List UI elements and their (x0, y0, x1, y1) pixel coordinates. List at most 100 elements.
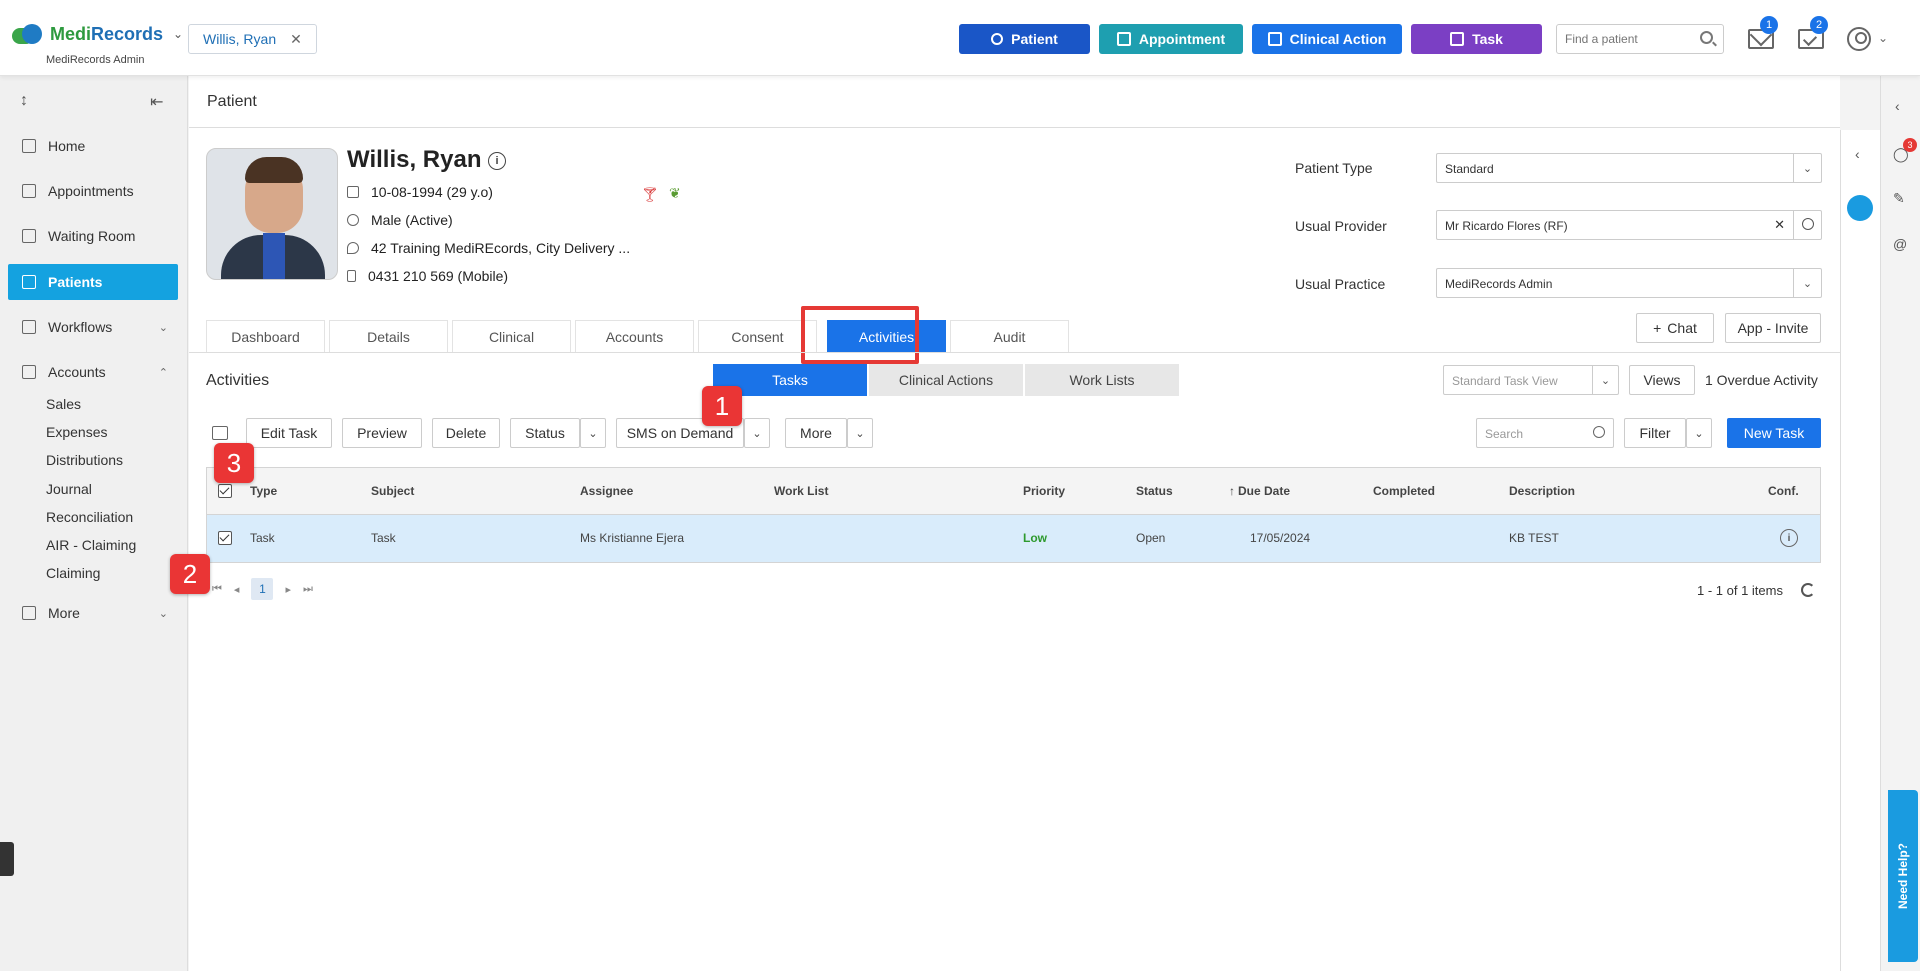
pin-icon[interactable]: ✎ (1893, 190, 1905, 207)
more-button[interactable]: More (785, 418, 847, 448)
sidebar-item-waiting-room[interactable]: Waiting Room (8, 218, 178, 254)
usual-provider-field[interactable]: Mr Ricardo Flores (RF) ✕ (1436, 210, 1822, 240)
col-work-list[interactable]: Work List (774, 484, 828, 498)
chevron-left-icon[interactable]: ‹ (1895, 98, 1900, 114)
sidebar-sub-air-claiming[interactable]: AIR - Claiming (46, 537, 136, 553)
sidebar-item-workflows[interactable]: Workflows ⌄ (8, 309, 178, 345)
status-dropdown-chevron-icon[interactable]: ⌄ (580, 418, 606, 448)
select-all-checkbox[interactable] (218, 484, 232, 498)
new-task-header-button[interactable]: Task (1411, 24, 1542, 54)
sidebar-sub-distributions[interactable]: Distributions (46, 452, 123, 468)
tab-details[interactable]: Details (329, 320, 448, 352)
patient-gender: Male (Active) (347, 212, 453, 228)
overdue-count[interactable]: 1 Overdue Activity (1705, 372, 1818, 388)
alcohol-flag-icon[interactable]: 🍸︎ (641, 186, 659, 203)
segment-work-lists[interactable]: Work Lists (1025, 364, 1179, 396)
printer-icon[interactable] (212, 426, 228, 440)
tab-audit[interactable]: Audit (950, 320, 1069, 352)
info-icon[interactable]: i (1780, 529, 1798, 547)
usual-provider-label: Usual Provider (1295, 218, 1387, 234)
chat-button[interactable]: + Chat (1636, 313, 1714, 343)
segment-clinical-actions[interactable]: Clinical Actions (869, 364, 1023, 396)
open-patient-name[interactable]: Willis, Ryan (203, 31, 276, 47)
more-apps-icon (22, 606, 36, 620)
search-icon[interactable] (1593, 426, 1605, 438)
sidebar-sub-sales[interactable]: Sales (46, 396, 81, 412)
next-page-icon[interactable]: ▸ (285, 583, 291, 596)
usual-practice-select[interactable]: MediRecords Admin ⌄ (1436, 268, 1822, 298)
chevron-down-icon[interactable]: ⌄ (1793, 269, 1821, 297)
search-icon[interactable] (1793, 211, 1821, 239)
cloud-logo-icon (10, 22, 46, 46)
preview-button[interactable]: Preview (342, 418, 422, 448)
user-profile-icon[interactable] (1847, 27, 1871, 51)
col-due-date[interactable]: Due Date (1238, 484, 1290, 498)
chevron-down-icon[interactable]: ⌄ (1592, 366, 1618, 394)
task-search-input[interactable]: Search (1476, 418, 1614, 448)
tab-dashboard[interactable]: Dashboard (206, 320, 325, 352)
table-row[interactable]: Task Task Ms Kristianne Ejera Low Open 1… (207, 515, 1820, 562)
filter-button[interactable]: Filter (1624, 418, 1686, 448)
expand-vertical-icon[interactable]: ↕ (20, 92, 28, 110)
chevron-left-icon[interactable]: ‹ (1855, 146, 1860, 162)
sidebar-sub-claiming[interactable]: Claiming (46, 565, 100, 581)
patient-type-select[interactable]: Standard ⌄ (1436, 153, 1822, 183)
sms-dropdown-chevron-icon[interactable]: ⌄ (744, 418, 770, 448)
page-number[interactable]: 1 (251, 578, 274, 600)
edit-task-button[interactable]: Edit Task (246, 418, 332, 448)
smoking-flag-icon[interactable]: ❦ (669, 185, 681, 202)
last-page-icon[interactable]: ⏭ (303, 583, 313, 596)
delete-button[interactable]: Delete (432, 418, 500, 448)
filter-dropdown-chevron-icon[interactable]: ⌄ (1686, 418, 1712, 448)
find-patient-input[interactable] (1556, 24, 1724, 54)
tab-clinical[interactable]: Clinical (452, 320, 571, 352)
collapse-sidebar-icon[interactable]: ⇤ (150, 92, 163, 112)
sidebar-item-home[interactable]: Home (8, 128, 178, 164)
views-button[interactable]: Views (1629, 365, 1695, 395)
chevron-down-icon[interactable]: ⌄ (173, 27, 183, 41)
at-mention-icon[interactable]: @ (1893, 236, 1907, 252)
prev-page-icon[interactable]: ◂ (234, 583, 240, 596)
search-icon[interactable] (1700, 31, 1713, 44)
sidebar-item-accounts[interactable]: Accounts ⌃ (8, 354, 178, 390)
open-patient-chip[interactable]: Willis, Ryan ✕ (188, 24, 317, 54)
tab-accounts[interactable]: Accounts (575, 320, 694, 352)
col-priority[interactable]: Priority (1023, 484, 1065, 498)
refresh-icon[interactable] (1801, 583, 1815, 597)
col-status[interactable]: Status (1136, 484, 1173, 498)
col-description[interactable]: Description (1509, 484, 1575, 498)
new-appointment-button[interactable]: Appointment (1099, 24, 1243, 54)
first-page-icon[interactable]: ⏮ (212, 583, 222, 596)
new-task-button[interactable]: New Task (1727, 418, 1821, 448)
col-conf[interactable]: Conf. (1768, 484, 1799, 498)
need-help-tab[interactable]: Need Help? (1888, 790, 1918, 962)
sidebar-sub-reconciliation[interactable]: Reconciliation (46, 509, 133, 525)
sidebar-sub-expenses[interactable]: Expenses (46, 424, 107, 440)
chevron-down-icon[interactable]: ⌄ (1878, 31, 1888, 45)
new-patient-button[interactable]: Patient (959, 24, 1090, 54)
sidebar-item-appointments[interactable]: Appointments (8, 173, 178, 209)
more-dropdown-chevron-icon[interactable]: ⌄ (847, 418, 873, 448)
close-icon[interactable]: ✕ (290, 31, 302, 48)
new-clinical-action-button[interactable]: Clinical Action (1252, 24, 1402, 54)
cell-assignee: Ms Kristianne Ejera (580, 531, 685, 545)
left-edge-tab[interactable] (0, 842, 14, 876)
col-type[interactable]: Type (250, 484, 277, 498)
col-assignee[interactable]: Assignee (580, 484, 633, 498)
row-checkbox[interactable] (218, 531, 232, 545)
workflow-icon (22, 320, 36, 334)
info-icon[interactable]: i (488, 152, 506, 170)
tab-consent[interactable]: Consent (698, 320, 817, 352)
sidebar-item-patients[interactable]: Patients (8, 264, 178, 300)
sidebar-sub-journal[interactable]: Journal (46, 481, 92, 497)
tag-icon[interactable] (1847, 195, 1873, 221)
app-invite-button[interactable]: App - Invite (1725, 313, 1821, 343)
col-subject[interactable]: Subject (371, 484, 414, 498)
task-view-select[interactable]: Standard Task View ⌄ (1443, 365, 1619, 395)
clear-icon[interactable]: ✕ (1774, 217, 1785, 233)
sidebar-item-more[interactable]: More ⌄ (8, 595, 178, 631)
status-button[interactable]: Status (510, 418, 580, 448)
brand-logo[interactable]: MediRecords ⌄ (10, 22, 183, 46)
col-completed[interactable]: Completed (1373, 484, 1435, 498)
chevron-down-icon[interactable]: ⌄ (1793, 154, 1821, 182)
